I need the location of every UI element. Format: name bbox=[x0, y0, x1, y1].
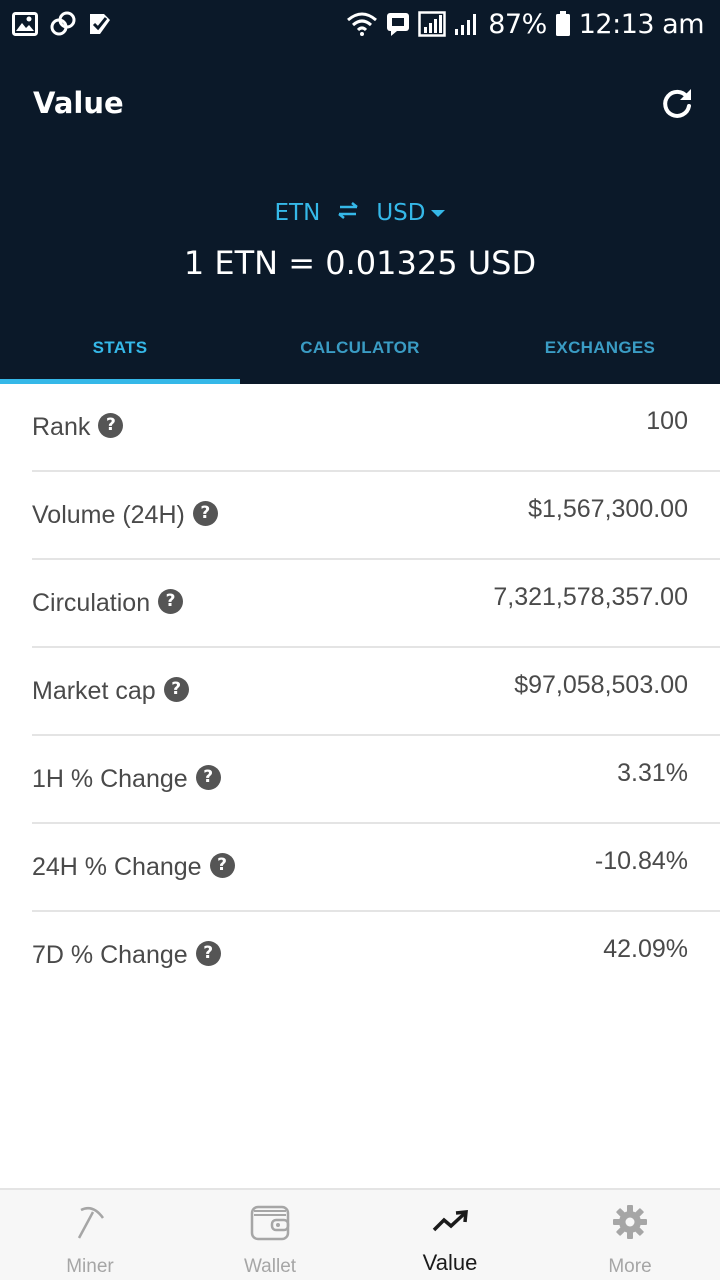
tab-exchanges[interactable]: EXCHANGES bbox=[480, 330, 720, 384]
stat-label: Market cap bbox=[32, 676, 156, 705]
app-header: Value ETN USD 1 ETN = 0.01325 USD STATS … bbox=[0, 50, 720, 384]
stat-value: 3.31% bbox=[617, 758, 688, 787]
help-icon[interactable]: ? bbox=[209, 852, 235, 878]
stat-value: $1,567,300.00 bbox=[528, 494, 688, 523]
link-icon bbox=[50, 11, 76, 37]
nav-item-wallet[interactable]: Wallet bbox=[180, 1190, 360, 1280]
message-icon bbox=[386, 12, 410, 36]
gallery-icon bbox=[12, 12, 38, 36]
help-icon[interactable]: ? bbox=[98, 412, 124, 438]
pickaxe-icon bbox=[68, 1200, 112, 1244]
quote-currency-dropdown[interactable]: USD bbox=[376, 200, 446, 226]
currency-pair-selector: ETN USD bbox=[0, 196, 720, 230]
help-icon[interactable]: ? bbox=[192, 500, 218, 526]
wallet-icon bbox=[248, 1200, 292, 1244]
base-currency[interactable]: ETN bbox=[275, 200, 321, 226]
battery-icon bbox=[555, 11, 571, 37]
nav-item-more[interactable]: More bbox=[540, 1190, 720, 1280]
exchange-rate: 1 ETN = 0.01325 USD bbox=[183, 244, 537, 282]
stat-row-volume: Volume (24H)? $1,567,300.00 bbox=[32, 472, 720, 560]
stat-value: $97,058,503.00 bbox=[514, 670, 688, 699]
bottom-nav: Miner Wallet Value More bbox=[0, 1188, 720, 1280]
nav-item-value[interactable]: Value bbox=[360, 1190, 540, 1280]
refresh-icon bbox=[663, 89, 691, 118]
signal-icon bbox=[454, 11, 480, 37]
signal-icon bbox=[418, 11, 446, 37]
battery-percent: 87% bbox=[488, 8, 547, 40]
nav-label: More bbox=[608, 1256, 652, 1277]
stat-row-market-cap: Market cap? $97,058,503.00 bbox=[32, 648, 720, 736]
refresh-button[interactable] bbox=[660, 86, 694, 120]
stat-row-rank: Rank? 100 bbox=[32, 384, 720, 472]
nav-label: Value bbox=[422, 1250, 478, 1275]
stat-row-24h-change: 24H % Change? -10.84% bbox=[32, 824, 720, 912]
tab-stats[interactable]: STATS bbox=[0, 330, 240, 384]
tab-calculator[interactable]: CALCULATOR bbox=[240, 330, 480, 384]
help-icon[interactable]: ? bbox=[163, 676, 189, 702]
status-bar-notifications bbox=[12, 10, 112, 38]
tab-bar: STATS CALCULATOR EXCHANGES bbox=[0, 330, 720, 384]
stat-row-1h-change: 1H % Change? 3.31% bbox=[32, 736, 720, 824]
stat-label: 24H % Change bbox=[32, 852, 202, 881]
nav-item-miner[interactable]: Miner bbox=[0, 1190, 180, 1280]
gear-icon bbox=[608, 1200, 652, 1244]
stat-label: 7D % Change bbox=[32, 940, 188, 969]
stat-value: 42.09% bbox=[603, 934, 688, 963]
status-bar: 87% 12:13 am bbox=[0, 0, 720, 50]
stat-label: Rank bbox=[32, 412, 91, 441]
nav-label: Miner bbox=[66, 1256, 114, 1277]
stats-list: Rank? 100 Volume (24H)? $1,567,300.00 Ci… bbox=[0, 384, 720, 1000]
help-icon[interactable]: ? bbox=[195, 940, 221, 966]
stat-label: Circulation bbox=[32, 588, 151, 617]
chevron-down-icon bbox=[431, 210, 446, 217]
stat-value: 7,321,578,357.00 bbox=[493, 582, 688, 611]
page-title: Value bbox=[33, 86, 124, 120]
wifi-icon bbox=[346, 11, 378, 37]
help-icon[interactable]: ? bbox=[158, 588, 184, 614]
checklist-icon bbox=[88, 12, 112, 36]
stat-row-7d-change: 7D % Change? 42.09% bbox=[32, 912, 720, 1000]
swap-icon[interactable] bbox=[336, 200, 360, 226]
clock: 12:13 am bbox=[578, 8, 705, 40]
stat-row-circulation: Circulation? 7,321,578,357.00 bbox=[32, 560, 720, 648]
help-icon[interactable]: ? bbox=[195, 764, 221, 790]
status-bar-system: 87% 12:13 am bbox=[346, 8, 705, 40]
nav-label: Wallet bbox=[243, 1256, 297, 1277]
stat-label: Volume (24H) bbox=[32, 500, 185, 529]
stat-value: 100 bbox=[646, 406, 688, 435]
quote-currency: USD bbox=[376, 200, 426, 226]
stat-value: -10.84% bbox=[594, 846, 688, 875]
trending-up-icon bbox=[428, 1200, 472, 1244]
stat-label: 1H % Change bbox=[32, 764, 188, 793]
